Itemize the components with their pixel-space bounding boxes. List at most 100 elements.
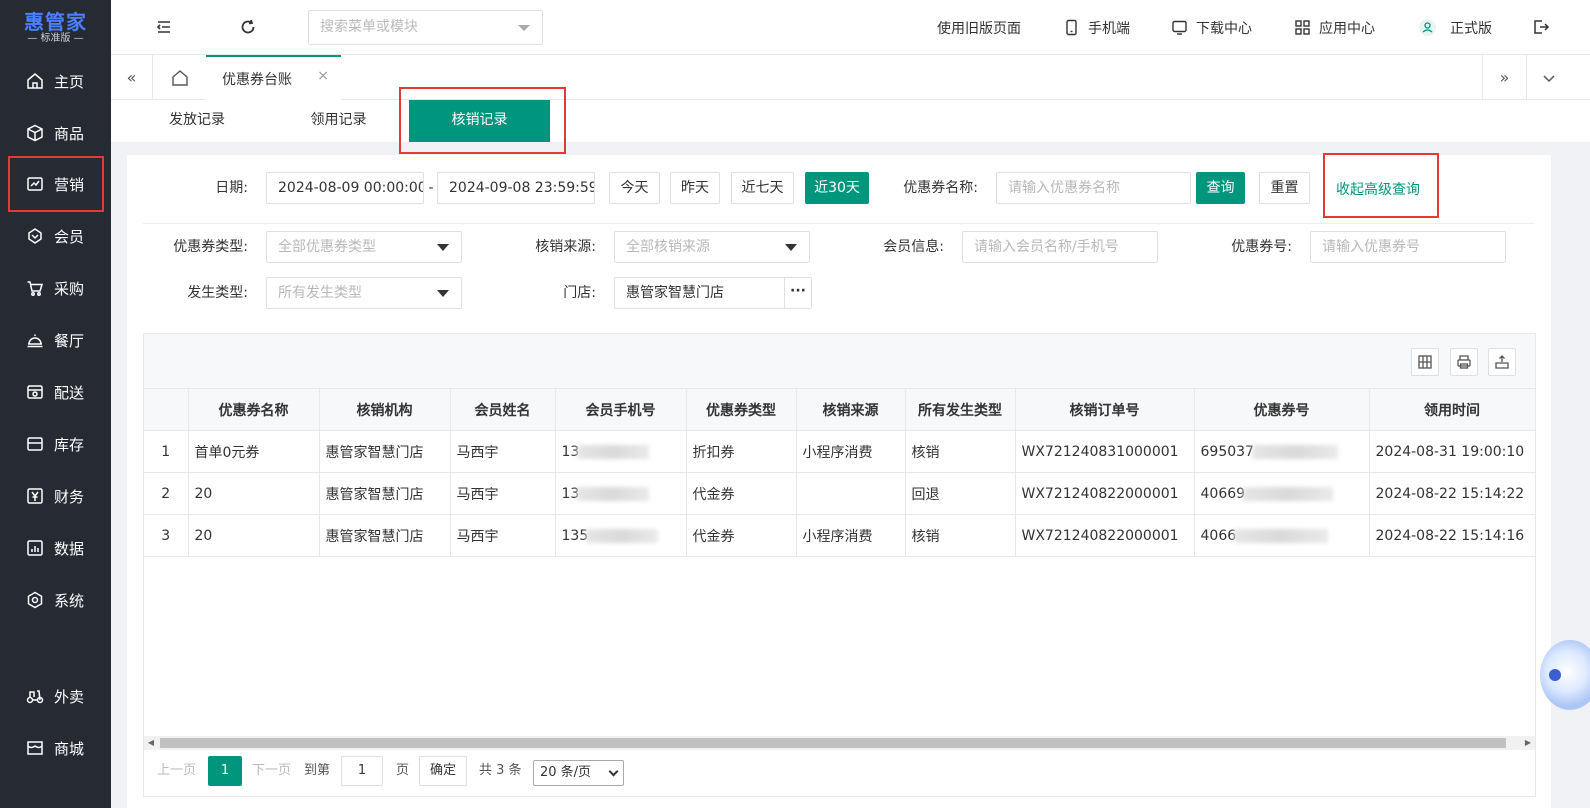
collapse-advanced-link[interactable]: 收起高级查询	[1336, 179, 1420, 199]
cell-member-phone: 13	[555, 430, 687, 473]
redeem-source-label: 核销来源:	[535, 239, 596, 255]
column-header-index	[144, 388, 189, 431]
refresh-icon[interactable]	[239, 18, 257, 36]
settings-icon	[27, 591, 43, 609]
sidebar-item-member[interactable]: 会员	[0, 212, 111, 260]
export-button[interactable]	[1488, 348, 1516, 376]
mobile-link[interactable]: 手机端	[1063, 0, 1130, 55]
cell-coupon-type: 代金券	[686, 514, 797, 557]
cell-redeem-source: 小程序消费	[796, 430, 906, 473]
tabs-dropdown[interactable]	[1526, 55, 1570, 100]
tabs-scroll-right[interactable]: »	[1482, 55, 1526, 100]
event-type-select[interactable]: 所有发生类型	[266, 277, 462, 309]
old-page-link[interactable]: 使用旧版页面	[937, 0, 1021, 55]
store-more-button[interactable]: ···	[784, 277, 812, 309]
home-icon	[27, 73, 43, 89]
redeem-source-placeholder: 全部核销来源	[626, 239, 710, 255]
prev-page-button[interactable]: 上一页	[157, 756, 196, 786]
sidebar-item-delivery[interactable]: 配送	[0, 368, 111, 416]
today-button[interactable]: 今天	[609, 172, 660, 204]
redacted-mask	[1243, 486, 1334, 501]
redacted-mask	[1234, 528, 1329, 543]
sidebar-item-marketing[interactable]: 营销	[8, 156, 104, 212]
last-7-days-button[interactable]: 近七天	[731, 172, 794, 204]
redeem-source-select[interactable]: 全部核销来源	[614, 231, 810, 263]
sidebar-item-mall[interactable]: 商城	[0, 724, 111, 772]
tab-issue-records[interactable]: 发放记录	[141, 100, 253, 142]
redacted-mask	[577, 444, 650, 459]
coupon-type-select[interactable]: 全部优惠券类型	[266, 231, 462, 263]
event-type-label: 发生类型:	[187, 285, 248, 301]
goto-page-input[interactable]: 1	[341, 756, 383, 786]
next-page-button[interactable]: 下一页	[252, 756, 291, 786]
date-end-input[interactable]: 2024-09-08 23:59:59	[437, 172, 595, 204]
coupon-name-label: 优惠券名称:	[903, 180, 978, 196]
sidebar-item-finance[interactable]: 财务	[0, 472, 111, 520]
menu-search-select[interactable]: 搜索菜单或模块	[308, 10, 543, 45]
coupon-no-visible: 4066	[1200, 527, 1237, 544]
sidebar-item-restaurant[interactable]: 餐厅	[0, 316, 111, 364]
coupon-no-visible: 40669	[1200, 485, 1246, 502]
sidebar-item-purchase[interactable]: 采购	[0, 264, 111, 312]
store-input[interactable]: 惠管家智慧门店	[614, 277, 785, 309]
logout-icon[interactable]	[1532, 18, 1550, 36]
coupon-no-input[interactable]: 请输入优惠券号	[1310, 231, 1506, 263]
home-tab[interactable]	[153, 55, 206, 100]
sidebar-item-label: 会员	[54, 227, 85, 246]
user-icon	[1419, 19, 1436, 36]
table-row[interactable]: 1 首单0元券 惠管家智慧门店 马西宇 13 折扣券 小程序消费 核销 WX72…	[144, 430, 1536, 473]
sidebar-item-system[interactable]: 系统	[0, 576, 111, 624]
table-row[interactable]: 2 20 惠管家智慧门店 马西宇 13 代金券 回退 WX72124082200…	[144, 472, 1536, 515]
app-center-link[interactable]: 应用中心	[1294, 0, 1375, 55]
tab-receive-records[interactable]: 领用记录	[281, 100, 396, 142]
scroll-left-arrow-icon[interactable]: ◀	[144, 736, 158, 750]
double-chevron-right-icon: »	[1499, 68, 1510, 87]
tab-coupon-ledger[interactable]: 优惠券台账 ×	[206, 55, 341, 100]
cell-receive-time: 2024-08-22 15:14:16	[1369, 514, 1536, 557]
total-count: 共 3 条	[479, 763, 522, 778]
query-button[interactable]: 查询	[1196, 172, 1245, 204]
version-badge[interactable]: 正式版	[1419, 0, 1492, 55]
chevron-down-icon	[518, 25, 530, 31]
column-header-event-type: 所有发生类型	[905, 388, 1016, 431]
horizontal-scrollbar[interactable]: ◀ ▶	[144, 736, 1535, 750]
sidebar-item-goods[interactable]: 商品	[0, 109, 111, 157]
double-chevron-left-icon: «	[126, 68, 137, 87]
sidebar-item-takeout[interactable]: 外卖	[0, 672, 111, 720]
redacted-mask	[577, 486, 650, 501]
sidebar-item-home[interactable]: 主页	[0, 57, 111, 105]
coupon-no-label: 优惠券号:	[1231, 239, 1292, 255]
tab-redeem-records[interactable]: 核销记录	[409, 100, 550, 142]
column-header-member-name: 会员姓名	[450, 388, 556, 431]
cell-member-name: 马西宇	[450, 514, 556, 557]
last-30-days-button[interactable]: 近30天	[805, 172, 869, 204]
scroll-right-arrow-icon[interactable]: ▶	[1521, 736, 1535, 750]
close-icon[interactable]: ×	[317, 68, 329, 84]
chart-icon	[27, 177, 43, 191]
scrollbar-thumb[interactable]	[160, 738, 1506, 748]
page-size-select[interactable]: 20 条/页	[533, 760, 624, 786]
logo-edition: — 标准版 —	[27, 32, 84, 44]
page-1-button[interactable]: 1	[208, 756, 242, 786]
date-start-input[interactable]: 2024-08-09 00:00:00	[266, 172, 424, 204]
tabs-scroll-left[interactable]: «	[111, 55, 153, 100]
column-settings-button[interactable]	[1411, 348, 1439, 376]
member-info-input[interactable]: 请输入会员名称/手机号	[962, 231, 1158, 263]
yesterday-button[interactable]: 昨天	[670, 172, 720, 204]
page-unit-label: 页	[396, 763, 410, 778]
sidebar-item-label: 商城	[54, 739, 85, 758]
sidebar-item-data[interactable]: 数据	[0, 524, 111, 572]
print-button[interactable]	[1450, 348, 1478, 376]
goto-confirm-button[interactable]: 确定	[419, 756, 467, 786]
cube-icon	[27, 124, 43, 142]
cell-event-type: 核销	[905, 514, 1016, 557]
collapse-menu-icon[interactable]	[155, 18, 173, 36]
event-type-placeholder: 所有发生类型	[278, 285, 362, 301]
coupon-name-input[interactable]: 请输入优惠券名称	[996, 172, 1191, 204]
reset-button[interactable]: 重置	[1259, 172, 1310, 204]
export-icon	[1495, 355, 1509, 369]
top-header: 搜索菜单或模块 使用旧版页面 手机端 下载中心 应用中心 正式版	[111, 0, 1590, 55]
download-center-link[interactable]: 下载中心	[1171, 0, 1252, 55]
sidebar-item-inventory[interactable]: 库存	[0, 420, 111, 468]
table-row[interactable]: 3 20 惠管家智慧门店 马西宇 135 代金券 小程序消费 核销 WX7212…	[144, 514, 1536, 557]
